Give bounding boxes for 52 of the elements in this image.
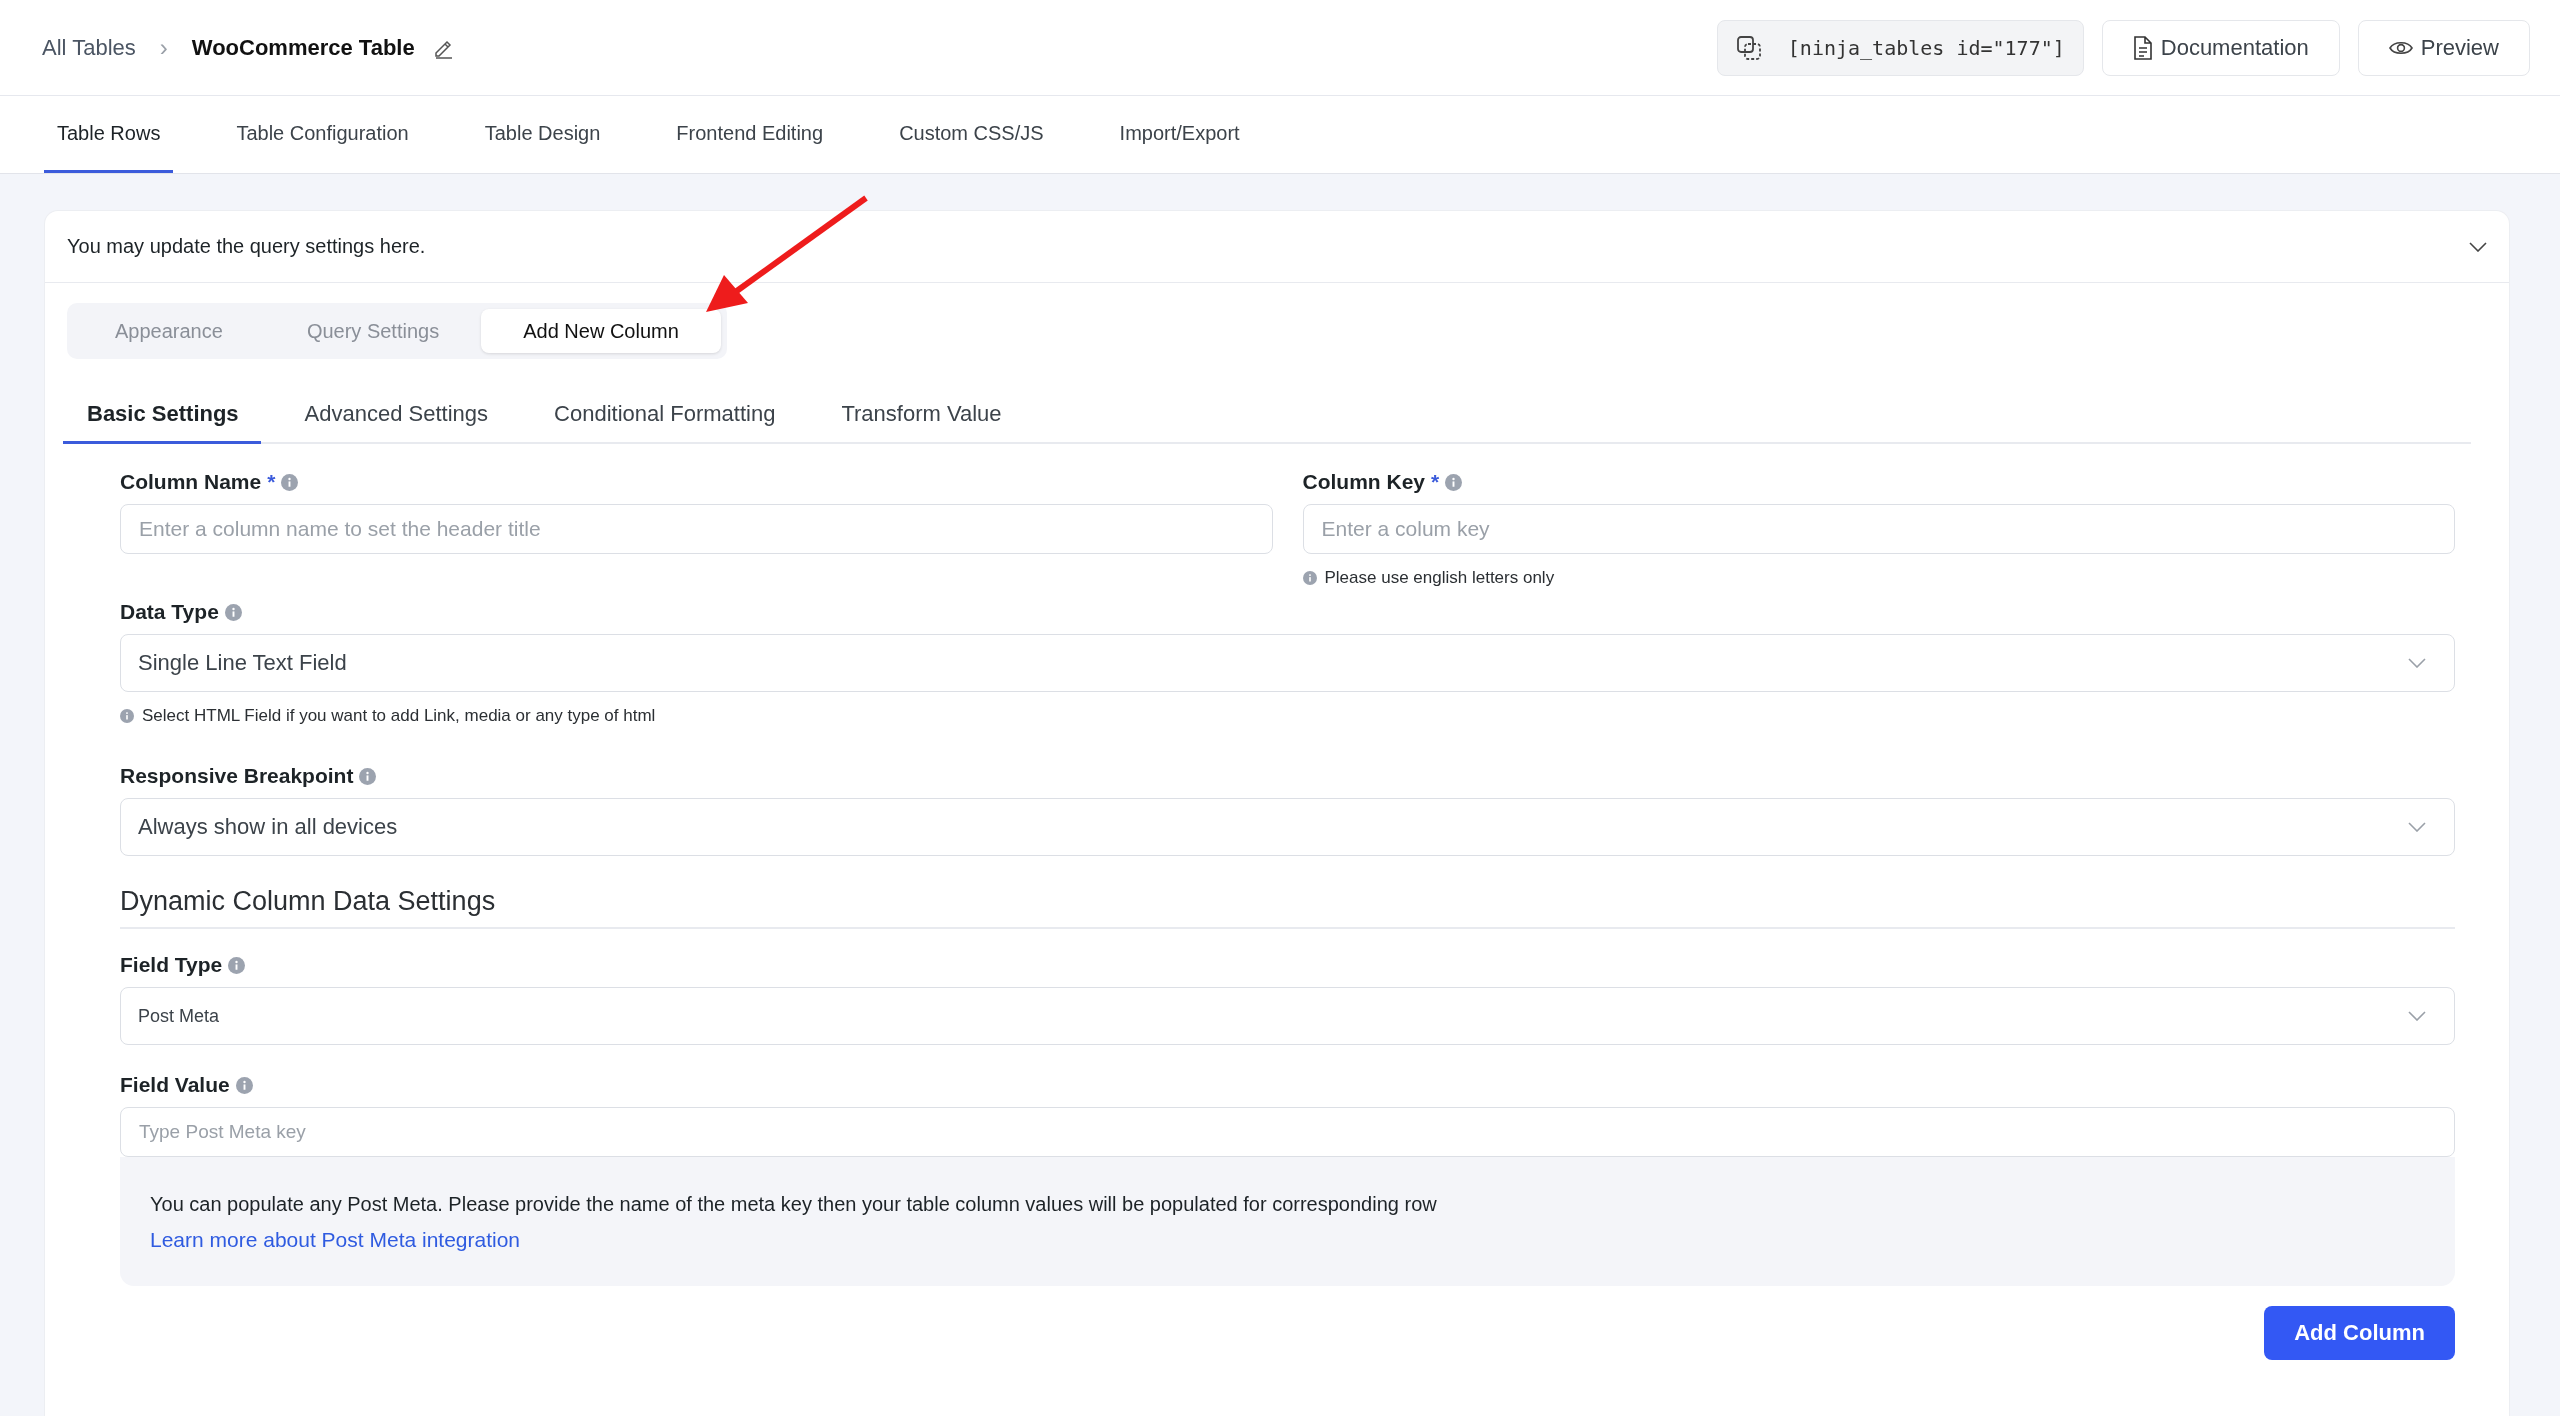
preview-button[interactable]: Preview [2357, 19, 2530, 76]
info-icon [1445, 473, 1463, 491]
hint-text: Please use english letters only [1324, 568, 1555, 588]
main-tab[interactable]: Custom CSS/JS [886, 96, 1057, 173]
main-tab[interactable]: Frontend Editing [663, 96, 837, 173]
main-tab[interactable]: Import/Export [1106, 96, 1253, 173]
required-mark: * [267, 470, 276, 494]
table-title: WooCommerce Table [191, 34, 415, 61]
info-icon [235, 1076, 253, 1094]
field-label: Column Key [1302, 470, 1425, 494]
info-icon [228, 956, 246, 974]
chevron-down-icon [2408, 822, 2426, 832]
settings-tab[interactable]: Transform Value [817, 401, 1024, 444]
main-tab[interactable]: Table Rows [44, 96, 174, 173]
text-input[interactable]: Type Post Meta key [120, 1107, 2455, 1157]
select-field[interactable]: Always show in all devices [120, 798, 2455, 856]
field-label: Data Type [120, 600, 219, 624]
document-icon [2132, 35, 2153, 60]
hint-text: Select HTML Field if you want to add Link, media or any type of html [142, 706, 656, 726]
main-tab[interactable]: Table Configuration [223, 96, 422, 173]
select-field[interactable]: Single Line Text Field [120, 634, 2455, 692]
chevron-down-icon[interactable] [2469, 241, 2487, 252]
copy-icon [1735, 34, 1762, 61]
info-icon [224, 603, 242, 621]
section-heading: Dynamic Column Data Settings [120, 886, 2455, 929]
info-text: You can populate any Post Meta. Please provide the name of the meta key then your table column values will be populated for corresponding row [150, 1193, 1438, 1216]
chevron-down-icon [2408, 1011, 2426, 1021]
field-label: Field Value [120, 1073, 230, 1097]
breadcrumb-separator: › [159, 33, 168, 62]
info-icon [359, 767, 377, 785]
add-column-button[interactable]: Add Column [2264, 1306, 2455, 1360]
segment-tab[interactable]: Add New Column [481, 309, 721, 353]
required-mark: * [1431, 470, 1440, 494]
info-icon [120, 709, 134, 723]
documentation-button[interactable]: Documentation [2101, 19, 2340, 76]
field-label: Column Name [120, 470, 262, 494]
field-label: Field Type [120, 953, 223, 977]
card-header-text: You may update the query settings here. [67, 235, 426, 258]
text-input[interactable]: Enter a colum key [1302, 504, 2455, 554]
breadcrumb-link[interactable]: All Tables [42, 34, 136, 61]
select-field[interactable]: Post Meta [120, 987, 2455, 1045]
settings-tab[interactable]: Basic Settings [63, 401, 261, 444]
settings-tab[interactable]: Conditional Formatting [530, 401, 798, 444]
info-icon [281, 473, 299, 491]
main-tab[interactable]: Table Design [471, 96, 614, 173]
settings-tab[interactable]: Advanced Settings [280, 401, 511, 444]
field-label: Responsive Breakpoint [120, 764, 354, 788]
chevron-down-icon [2408, 658, 2426, 668]
shortcode-copy-button[interactable]: [ninja_tables id="177"] [1716, 19, 2084, 76]
learn-more-link[interactable]: Learn more about Post Meta integration [150, 1228, 521, 1251]
text-input[interactable]: Enter a column name to set the header title [120, 504, 1273, 554]
info-icon [1302, 571, 1317, 585]
